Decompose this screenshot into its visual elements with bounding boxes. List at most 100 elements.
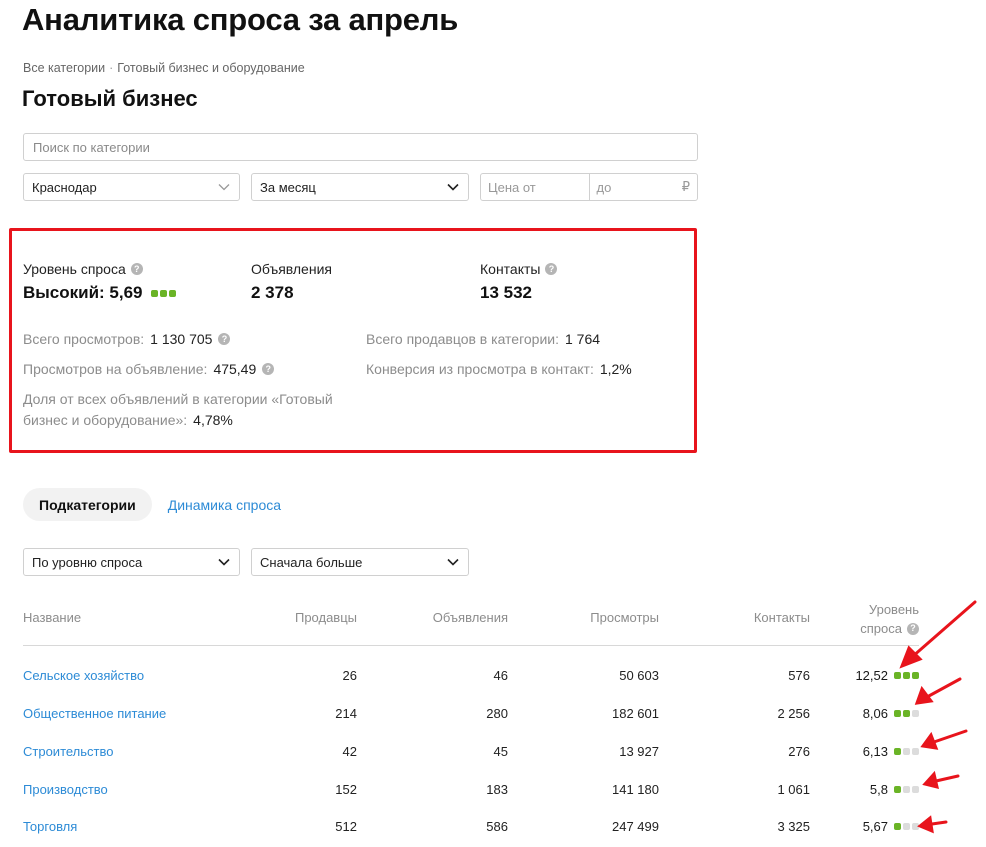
level-dot — [912, 786, 919, 793]
level-dot — [912, 748, 919, 755]
category-share: Доля от всех объявлений в категории «Гот… — [23, 389, 368, 431]
cell-ads: 45 — [493, 744, 508, 759]
breadcrumb-item-all[interactable]: Все категории — [23, 61, 105, 75]
subcategory-link[interactable]: Торговля — [23, 819, 77, 834]
cell-contacts: 2 256 — [777, 706, 810, 721]
contacts-label-text: Контакты — [480, 261, 541, 277]
conversion-label: Конверсия из просмотра в контакт: — [366, 361, 594, 377]
category-share-label: Доля от всех объявлений в категории «Гот… — [23, 391, 333, 428]
cell-ads: 183 — [486, 782, 508, 797]
table-row: Общественное питание 214 280 182 601 2 256 8,… — [23, 706, 919, 726]
subcategory-link[interactable]: Общественное питание — [23, 706, 166, 721]
breadcrumb: Все категории · Готовый бизнес и оборудова… — [23, 61, 305, 75]
subcategory-link[interactable]: Сельское хозяйство — [23, 668, 144, 683]
cell-contacts: 3 325 — [777, 819, 810, 834]
cell-demand-level: 5,67 — [863, 819, 919, 834]
help-icon[interactable]: ? — [262, 363, 275, 375]
ads-label: Объявления — [251, 261, 332, 277]
level-dot — [912, 672, 919, 679]
views-per-ad-value: 475,49 — [213, 361, 257, 377]
annotation-arrow-head — [917, 815, 934, 834]
column-contacts[interactable]: Контакты — [754, 610, 810, 625]
level-dot — [894, 748, 901, 755]
column-demand-level-line2: спроса ? — [860, 619, 919, 638]
level-dot — [903, 786, 910, 793]
price-to-placeholder: до — [596, 179, 612, 195]
column-sellers[interactable]: Продавцы — [295, 610, 357, 625]
help-icon[interactable]: ? — [545, 263, 558, 275]
table-row: Сельское хозяйство 26 46 50 603 576 12,52 — [23, 668, 919, 688]
sellers-total-value: 1 764 — [565, 331, 601, 347]
demand-level-number: 6,13 — [862, 744, 888, 759]
conversion: Конверсия из просмотра в контакт: 1,2% — [366, 361, 632, 377]
level-dot — [903, 672, 910, 679]
demand-level-indicator — [894, 672, 919, 679]
cell-ads: 586 — [486, 819, 508, 834]
column-demand-level-text: спроса — [860, 621, 902, 636]
help-icon[interactable]: ? — [218, 333, 231, 345]
tab-demand-dynamics[interactable]: Динамика спроса — [168, 497, 281, 513]
views-per-ad: Просмотров на объявление: 475,49 ? — [23, 361, 275, 377]
cell-demand-level: 6,13 — [863, 744, 919, 759]
table-header: Название Продавцы Объявления Просмотры К… — [23, 600, 919, 646]
table-row: Строительство 42 45 13 927 276 6,13 — [23, 744, 919, 764]
period-select[interactable]: За месяц — [251, 173, 469, 201]
level-dot — [168, 289, 176, 297]
level-dot — [903, 748, 910, 755]
cell-sellers: 214 — [335, 706, 357, 721]
help-icon[interactable]: ? — [907, 622, 919, 635]
annotation-arrow-head — [920, 731, 939, 750]
cell-views: 50 603 — [619, 668, 659, 683]
sort-order-value: Сначала больше — [260, 554, 363, 570]
demand-level-value: Высокий: 5,69 — [23, 283, 176, 303]
column-demand-level-line1: Уровень — [868, 602, 919, 617]
annotation-arrow-head — [899, 645, 923, 669]
search-input[interactable] — [24, 134, 697, 160]
cell-demand-level: 5,8 — [870, 782, 919, 797]
price-to-input[interactable]: до ₽ — [588, 174, 698, 200]
search-field[interactable] — [23, 133, 698, 161]
table-row: Торговля 512 586 247 499 3 325 5,67 — [23, 819, 919, 839]
column-name[interactable]: Название — [23, 610, 81, 625]
demand-level-number: 8,06 — [862, 706, 888, 721]
demand-level-indicator — [894, 823, 919, 830]
breadcrumb-item-category[interactable]: Готовый бизнес и оборудование — [117, 61, 304, 75]
cell-demand-level: 8,06 — [863, 706, 919, 721]
region-select[interactable]: Краснодар — [23, 173, 240, 201]
column-demand-level[interactable]: Уровень спроса ? — [860, 600, 919, 638]
contacts-value: 13 532 — [480, 283, 532, 302]
total-views-label: Всего просмотров: — [23, 331, 145, 347]
demand-level-indicator — [894, 786, 919, 793]
level-dot — [894, 672, 901, 679]
level-dot — [894, 786, 901, 793]
annotation-arrow-head — [922, 770, 940, 790]
cell-views: 13 927 — [619, 744, 659, 759]
sort-order-select[interactable]: Сначала больше — [251, 548, 469, 576]
annotation-arrow-line — [930, 820, 948, 826]
conversion-value: 1,2% — [599, 361, 632, 377]
chevron-down-icon — [217, 555, 231, 569]
subcategory-link[interactable]: Строительство — [23, 744, 113, 759]
help-icon[interactable]: ? — [130, 263, 143, 275]
demand-level-number: 5,67 — [862, 819, 888, 834]
demand-level-indicator — [894, 748, 919, 755]
subcategory-link[interactable]: Производство — [23, 782, 108, 797]
demand-level-number: 5,8 — [869, 782, 888, 797]
level-dot — [894, 710, 901, 717]
cell-ads: 46 — [493, 668, 508, 683]
total-views: Всего просмотров: 1 130 705 ? — [23, 331, 231, 347]
price-range: Цена от до ₽ — [480, 173, 698, 201]
sort-by-select[interactable]: По уровню спроса — [23, 548, 240, 576]
price-from-input[interactable]: Цена от — [481, 174, 589, 200]
annotation-arrow-head — [914, 685, 934, 705]
period-select-value: За месяц — [260, 179, 316, 195]
cell-contacts: 1 061 — [777, 782, 810, 797]
ads-value: 2 378 — [251, 283, 294, 302]
column-ads[interactable]: Объявления — [433, 610, 508, 625]
tab-subcategories[interactable]: Подкатегории — [23, 488, 152, 521]
total-views-value: 1 130 705 — [150, 331, 213, 347]
views-per-ad-label: Просмотров на объявление: — [23, 361, 208, 377]
level-dot — [903, 710, 910, 717]
column-views[interactable]: Просмотры — [590, 610, 659, 625]
sellers-total: Всего продавцов в категории: 1 764 — [366, 331, 600, 347]
